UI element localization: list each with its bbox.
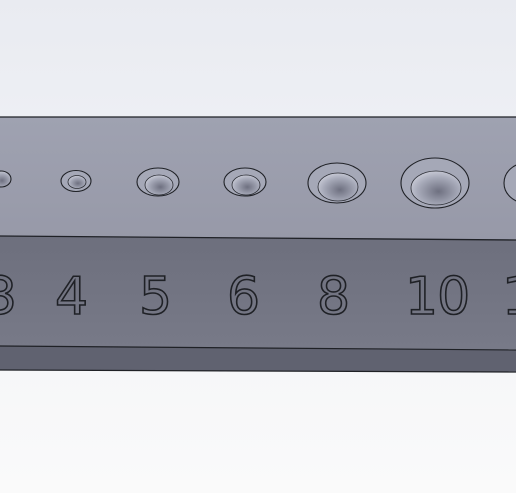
label-4: 4 (55, 267, 87, 327)
label-5: 5 (139, 267, 171, 327)
label-3: 3 (0, 267, 16, 327)
label-6: 6 (227, 267, 259, 327)
hole-size-labels: 3 4 5 6 8 10 1 (0, 266, 516, 328)
drill-index-model: 3 4 5 6 8 10 1 (0, 116, 516, 373)
label-8: 8 (317, 267, 349, 327)
hole-4 (60, 169, 92, 193)
label-partial: 1 (502, 267, 516, 327)
hole-6 (223, 167, 267, 197)
hole-5 (136, 167, 180, 197)
hole-10 (400, 157, 470, 209)
label-10: 10 (405, 267, 469, 327)
cad-viewport[interactable]: 3 4 5 6 8 10 1 (0, 0, 516, 493)
hole-8 (307, 162, 367, 204)
